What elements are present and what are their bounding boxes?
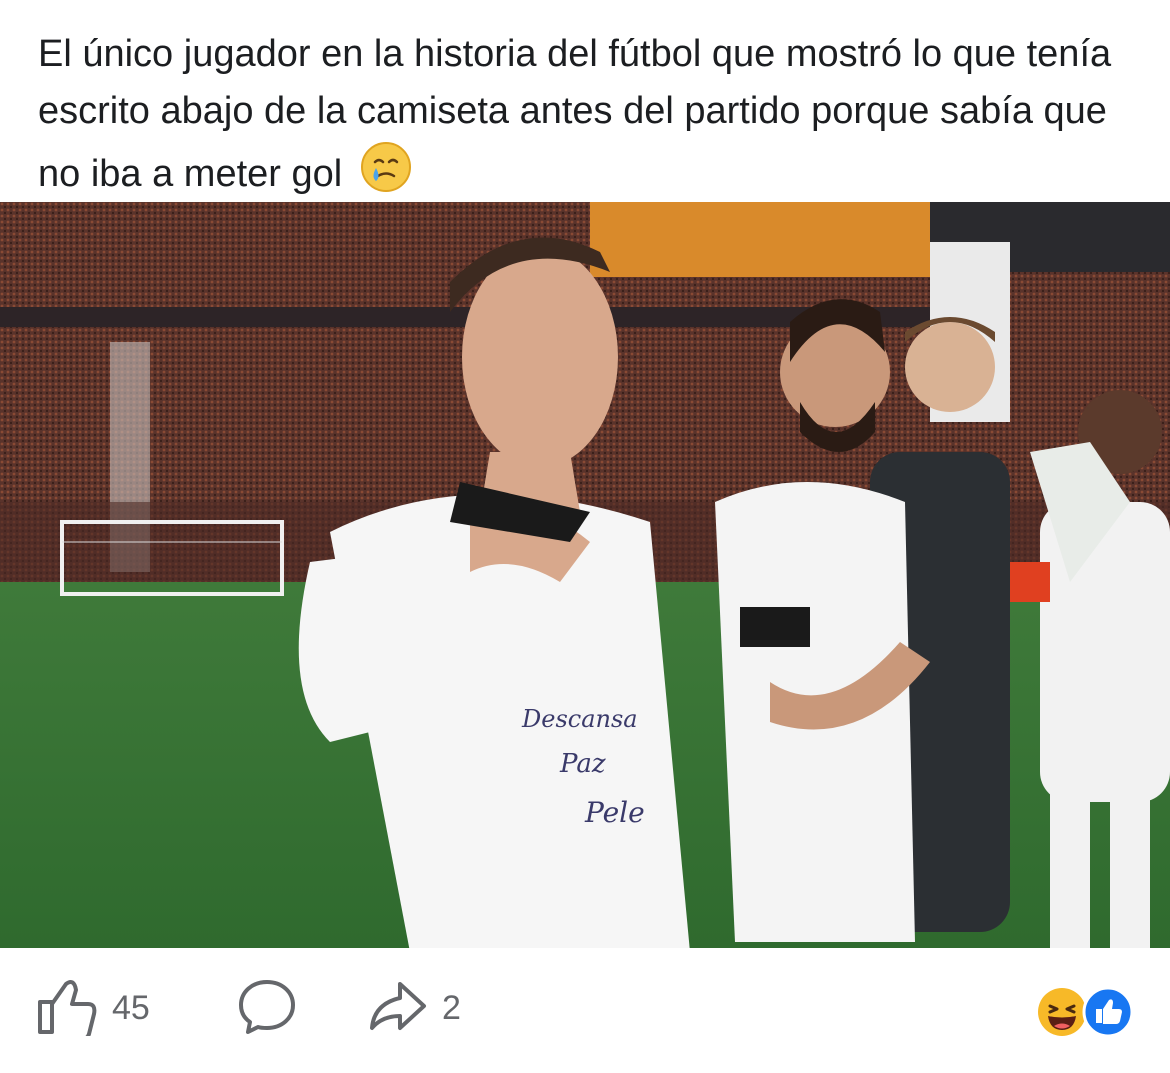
post-text-content: El único jugador en la historia del fútb… [38, 33, 1112, 195]
reactions-summary[interactable] [1036, 986, 1136, 1038]
share-button[interactable]: 2 [366, 978, 461, 1038]
like-button[interactable]: 45 [36, 976, 150, 1042]
thumbs-up-icon [36, 976, 98, 1042]
like-reaction-icon [1082, 986, 1134, 1038]
crying-face-emoji-icon [359, 140, 413, 211]
share-count: 2 [442, 988, 461, 1027]
like-count: 45 [112, 988, 150, 1027]
haha-reaction-icon [1036, 986, 1088, 1038]
share-arrow-icon [366, 976, 428, 1041]
shirt-writing-line-1: Descansa [521, 705, 638, 733]
comment-button[interactable] [236, 978, 298, 1038]
comment-bubble-icon [236, 976, 298, 1041]
shirt-writing-line-2: Paz [559, 749, 606, 779]
shirt-writing-line-3: Pele [584, 796, 645, 829]
post-photo[interactable]: Descansa Paz Pele [0, 202, 1170, 948]
post-actions-bar: 45 2 [0, 948, 1170, 1073]
post-text: El único jugador en la historia del fútb… [38, 26, 1138, 211]
